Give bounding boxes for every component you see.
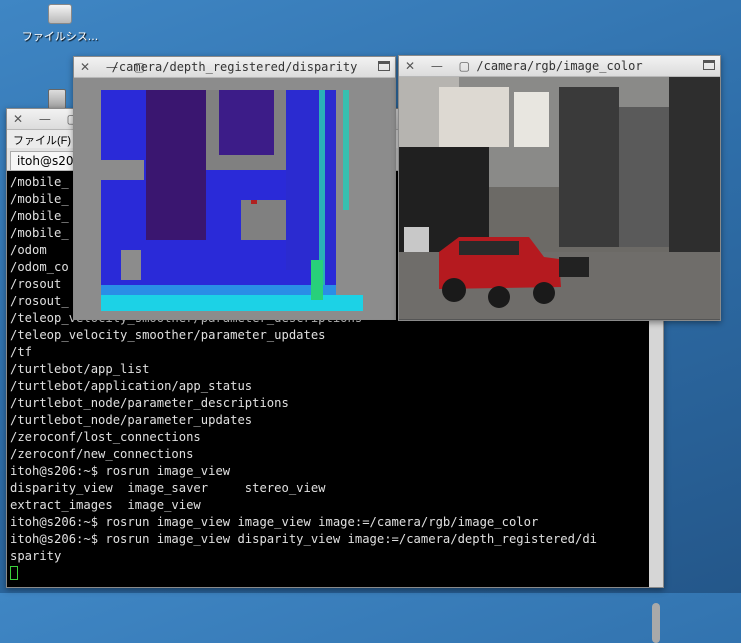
terminal-line: /tf	[10, 345, 33, 359]
text-cursor	[10, 566, 18, 580]
terminal-tab[interactable]: itoh@s20	[10, 151, 81, 170]
terminal-line: /teleop_velocity_smoother/parameter_upda…	[10, 328, 326, 342]
terminal-line: itoh@s206:~$ rosrun image_view disparity…	[10, 532, 597, 546]
maximize-icon[interactable]	[703, 60, 715, 70]
terminal-line: /turtlebot_node/parameter_descriptions	[10, 396, 289, 410]
menu-file[interactable]: ファイル(F)	[13, 135, 71, 147]
terminal-line: itoh@s206:~$ rosrun image_view image_vie…	[10, 515, 539, 529]
scrollbar-thumb[interactable]	[652, 603, 660, 643]
terminal-prompt-line[interactable]	[10, 565, 649, 582]
terminal-line: /zeroconf/new_connections	[10, 447, 194, 461]
rgb-image-window: ✕ — ▢ /camera/rgb/image_color	[398, 55, 721, 321]
terminal-line: sparity	[10, 549, 62, 563]
disparity-titlebar[interactable]: ✕ — ▢ /camera/depth_registered/disparity	[74, 57, 395, 78]
terminal-line: /turtlebot_node/parameter_updates	[10, 413, 253, 427]
disparity-window: ✕ — ▢ /camera/depth_registered/disparity	[73, 56, 396, 320]
terminal-line: /turtlebot/application/app_status	[10, 379, 253, 393]
filesystem-desktop-icon[interactable]: ファイルシス...	[15, 4, 105, 44]
disparity-view[interactable]	[74, 78, 395, 319]
rgb-image-view[interactable]	[399, 77, 720, 320]
terminal-line: disparity_view image_saver stereo_view	[10, 481, 326, 495]
maximize-icon[interactable]	[378, 61, 390, 71]
terminal-line: itoh@s206:~$ rosrun image_view	[10, 464, 231, 478]
hard-drive-icon	[48, 4, 72, 24]
terminal-line: extract_images image_view	[10, 498, 201, 512]
rgb-titlebar[interactable]: ✕ — ▢ /camera/rgb/image_color	[399, 56, 720, 77]
camera-color-image	[399, 77, 720, 319]
window-title: /camera/rgb/image_color	[476, 59, 643, 73]
window-title: /camera/depth_registered/disparity	[111, 60, 358, 74]
disparity-image	[91, 90, 363, 311]
terminal-line: /turtlebot/app_list	[10, 362, 150, 376]
terminal-line: /zeroconf/lost_connections	[10, 430, 201, 444]
filesystem-icon-label: ファイルシス...	[21, 30, 99, 43]
